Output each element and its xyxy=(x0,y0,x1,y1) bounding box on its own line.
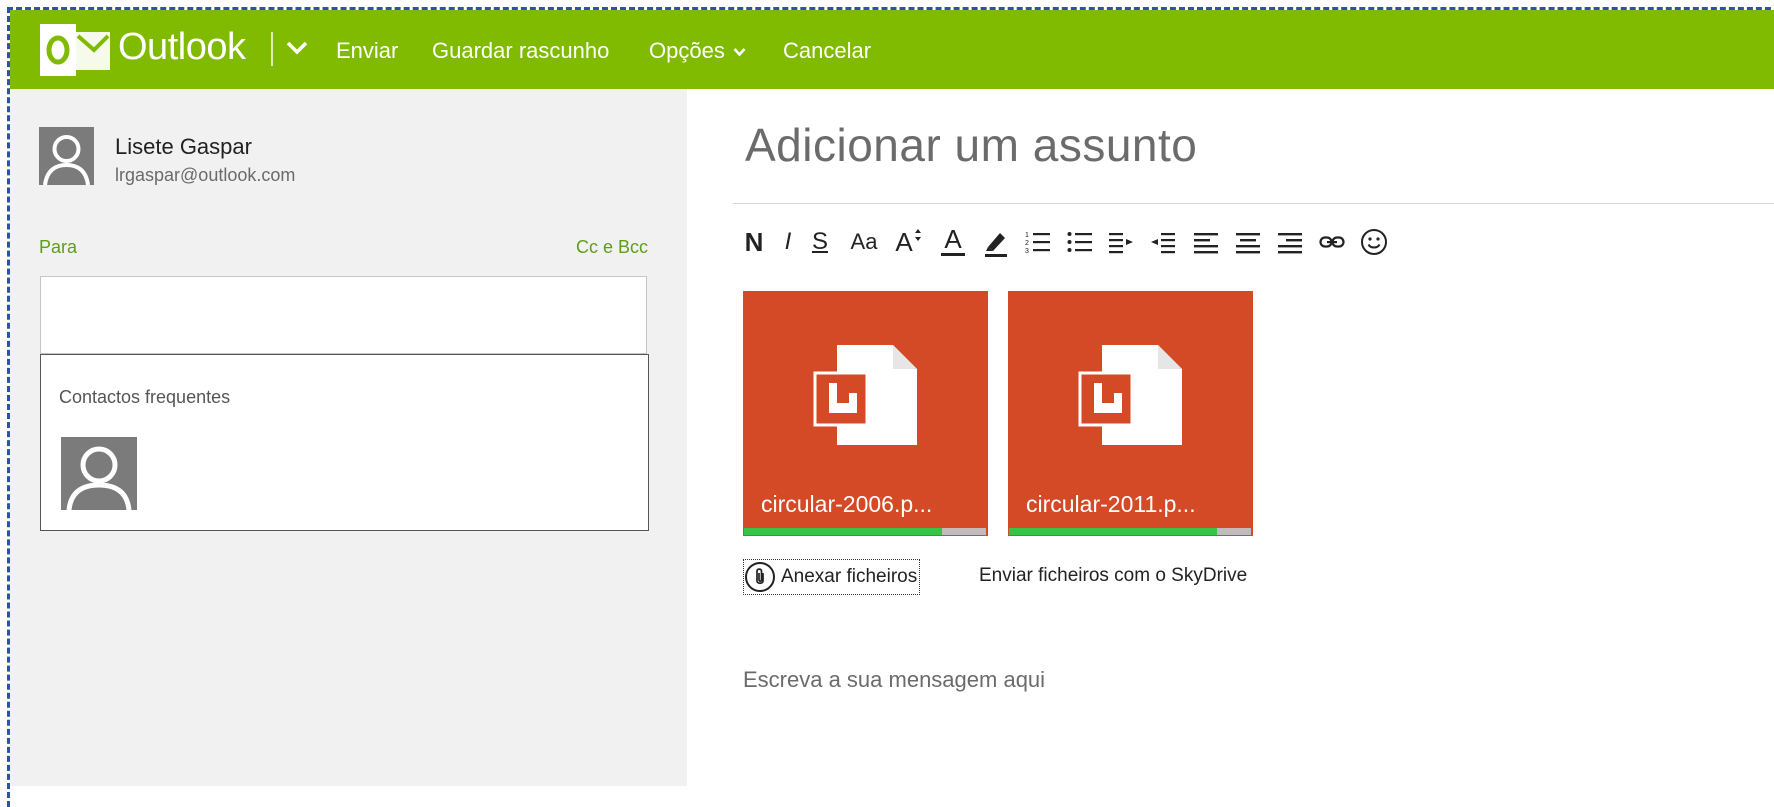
attach-files-button[interactable]: Anexar ficheiros xyxy=(743,559,921,595)
options-menu-button[interactable]: Opções xyxy=(649,38,746,64)
upload-progress-fill xyxy=(744,528,943,535)
bulleted-list-button[interactable] xyxy=(1065,222,1095,262)
font-size-icon: A xyxy=(895,227,922,258)
font-icon: Aa xyxy=(850,229,878,254)
options-label: Opções xyxy=(649,38,725,63)
to-field[interactable] xyxy=(40,276,647,354)
cancel-label: Cancelar xyxy=(783,38,872,63)
align-left-icon xyxy=(1194,233,1218,254)
svg-text:1: 1 xyxy=(1025,232,1029,239)
chevron-down-icon xyxy=(733,48,746,57)
pdf-file-icon xyxy=(1078,345,1182,445)
emoticon-button[interactable] xyxy=(1359,222,1389,262)
person-silhouette-icon xyxy=(66,446,132,510)
decrease-indent-icon xyxy=(1109,233,1133,254)
align-center-icon xyxy=(1236,233,1260,254)
brand-divider xyxy=(271,32,273,66)
font-color-button[interactable]: A xyxy=(938,222,968,262)
app-name: Outlook xyxy=(118,26,246,68)
cc-bcc-link[interactable]: Cc e Bcc xyxy=(576,237,648,258)
sender-avatar xyxy=(39,127,94,185)
numbered-list-icon: 1 2 3 xyxy=(1025,232,1050,255)
italic-icon: I xyxy=(784,228,792,255)
frequent-contacts-panel: Contactos frequentes xyxy=(40,354,649,531)
insert-link-button[interactable] xyxy=(1317,222,1347,262)
subject-field[interactable]: Adicionar um assunto xyxy=(745,118,1197,172)
person-silhouette-icon xyxy=(43,135,90,185)
frequent-contact-avatar[interactable] xyxy=(61,437,137,510)
outlook-logo-icon[interactable] xyxy=(40,24,110,76)
chevron-down-icon[interactable] xyxy=(285,38,309,58)
upload-progress-bar xyxy=(1009,528,1251,535)
highlight-button[interactable] xyxy=(981,222,1011,262)
cancel-button[interactable]: Cancelar xyxy=(783,38,871,64)
font-size-glyph: A xyxy=(895,226,913,257)
font-color-bar xyxy=(941,253,965,256)
upload-progress-fill xyxy=(1009,528,1218,535)
attach-files-label: Anexar ficheiros xyxy=(781,566,918,587)
attachment-name: circular-2006.p... xyxy=(761,491,933,517)
align-right-button[interactable] xyxy=(1275,222,1305,262)
attachment-name: circular-2011.p... xyxy=(1026,491,1196,517)
underline-button[interactable]: S xyxy=(806,222,834,262)
smiley-icon xyxy=(1361,229,1387,255)
top-bar: Outlook Enviar Guardar rascunho Opções C… xyxy=(10,10,1774,89)
save-draft-button[interactable]: Guardar rascunho xyxy=(432,38,609,64)
upload-progress-bar xyxy=(744,528,986,535)
sender-email: lrgaspar@outlook.com xyxy=(115,165,296,185)
font-color-icon: A xyxy=(944,223,962,254)
attachment-tile[interactable]: circular-2006.p... xyxy=(743,291,988,536)
send-label: Enviar xyxy=(336,38,399,63)
italic-button[interactable]: I xyxy=(778,222,798,262)
svg-text:3: 3 xyxy=(1025,248,1029,255)
bulleted-list-icon xyxy=(1067,232,1092,252)
attachment-tile[interactable]: circular-2011.p... xyxy=(1008,291,1253,536)
align-right-icon xyxy=(1278,233,1302,254)
skydrive-upload-link[interactable]: Enviar ficheiros com o SkyDrive xyxy=(979,565,1247,587)
svg-text:2: 2 xyxy=(1025,240,1029,247)
to-label[interactable]: Para xyxy=(39,237,77,258)
font-size-button[interactable]: A xyxy=(892,222,926,262)
highlight-icon xyxy=(985,233,1007,257)
font-button[interactable]: Aa xyxy=(846,222,882,262)
paperclip-glyph xyxy=(756,568,764,585)
save-draft-label: Guardar rascunho xyxy=(432,38,610,63)
frequent-contacts-title: Contactos frequentes xyxy=(59,387,231,407)
pdf-file-icon xyxy=(813,345,917,445)
numbered-list-button[interactable]: 1 2 3 xyxy=(1023,222,1053,262)
send-button[interactable]: Enviar xyxy=(336,38,398,64)
increase-indent-button[interactable] xyxy=(1149,222,1179,262)
link-icon xyxy=(1319,236,1345,248)
align-center-button[interactable] xyxy=(1233,222,1263,262)
underline-icon: S xyxy=(811,228,828,255)
align-left-button[interactable] xyxy=(1191,222,1221,262)
sender-name: Lisete Gaspar xyxy=(115,134,252,159)
font-size-arrows xyxy=(914,228,921,241)
increase-indent-icon xyxy=(1151,233,1175,254)
decrease-indent-button[interactable] xyxy=(1107,222,1137,262)
subject-divider xyxy=(733,203,1774,204)
bold-icon: N xyxy=(744,226,764,257)
bold-button[interactable]: N xyxy=(740,222,768,262)
message-body[interactable]: Escreva a sua mensagem aqui xyxy=(743,667,1045,693)
paperclip-icon xyxy=(745,562,775,592)
recipients-pane: Lisete Gaspar lrgaspar@outlook.com Para … xyxy=(10,89,687,786)
